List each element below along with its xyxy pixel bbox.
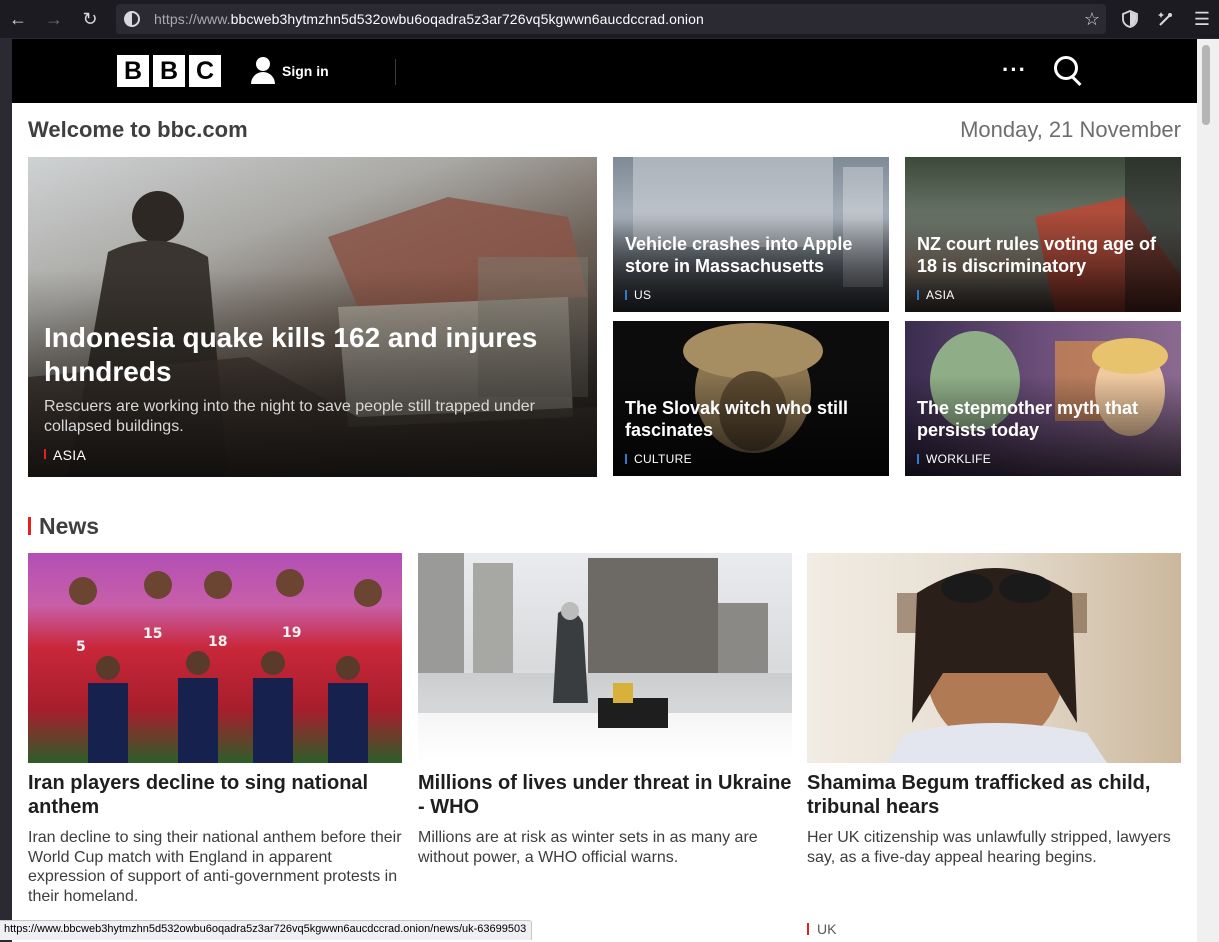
news-tag[interactable]: UK [807,921,836,937]
promo-headline[interactable]: The stepmother myth that persists today [917,397,1171,441]
news-story[interactable]: Millions of lives under threat in Ukrain… [418,553,792,867]
news-summary: Her UK citizenship was unlawfully stripp… [807,829,1171,866]
shirt-number: 19 [282,625,301,641]
promo-story[interactable]: The Slovak witch who still fascinates CU… [613,321,889,476]
news-image: 5 15 18 19 [28,553,402,763]
news-section-title[interactable]: News [28,513,99,540]
page-scrollbar[interactable] [1197,39,1219,942]
reload-icon[interactable]: ↻ [72,0,108,38]
news-summary: Iran decline to sing their national anth… [28,829,402,905]
scroll-thumb[interactable] [1202,45,1210,125]
promo-story[interactable]: Vehicle crashes into Apple store in Mass… [613,157,889,312]
link-status-bar: https://www.bbcweb3hytmzhn5d532owbu6oqad… [0,920,533,940]
promo-headline[interactable]: NZ court rules voting age of 18 is discr… [917,233,1171,277]
shirt-number: 5 [76,639,86,655]
logo-letter: C [189,55,221,87]
more-menu-icon[interactable]: ··· [1002,57,1027,83]
news-story[interactable]: 5 15 18 19 Iran players decline to sing … [28,553,402,906]
sign-in-label: Sign in [282,63,329,79]
forward-icon[interactable]: → [36,0,72,38]
bookmark-star-icon[interactable]: ☆ [1084,9,1100,30]
news-headline[interactable]: Shamima Begum trafficked as child, tribu… [807,771,1181,819]
logo-letter: B [153,55,185,87]
news-summary: Millions are at risk as winter sets in a… [418,829,758,866]
search-icon[interactable] [1054,56,1082,87]
promo-story[interactable]: NZ court rules voting age of 18 is discr… [905,157,1181,312]
back-icon[interactable]: ← [0,0,36,38]
sign-in-link[interactable]: Sign in [250,57,329,85]
bbc-masthead: B B C Sign in ··· [12,39,1197,103]
bbc-logo[interactable]: B B C [117,55,221,87]
news-image [807,553,1181,763]
promo-tag[interactable]: US [625,288,651,302]
menu-icon[interactable]: ☰ [1184,0,1219,38]
promo-tag[interactable]: WORKLIFE [917,452,991,466]
user-icon [250,57,276,85]
masthead-divider [395,59,396,85]
hero-headline[interactable]: Indonesia quake kills 162 and injures hu… [44,321,587,389]
url-text: https://www.bbcweb3hytmzhn5d532owbu6oqad… [154,11,704,27]
logo-letter: B [117,55,149,87]
promo-headline[interactable]: Vehicle crashes into Apple store in Mass… [625,233,879,277]
news-image [418,553,792,763]
news-story[interactable]: Shamima Begum trafficked as child, tribu… [807,553,1181,937]
promo-tag[interactable]: ASIA [917,288,955,302]
web-page: B B C Sign in ··· Welcome to bbc.com Mon… [12,39,1197,942]
shirt-number: 18 [208,634,227,650]
address-bar[interactable]: https://www.bbcweb3hytmzhn5d532owbu6oqad… [116,4,1106,34]
news-headline[interactable]: Iran players decline to sing national an… [28,771,402,819]
hero-summary: Rescuers are working into the night to s… [44,398,535,435]
promo-headline[interactable]: The Slovak witch who still fascinates [625,397,879,441]
hero-story[interactable]: Indonesia quake kills 162 and injures hu… [28,157,597,477]
shield-icon[interactable] [1112,0,1148,38]
news-headline[interactable]: Millions of lives under threat in Ukrain… [418,771,792,819]
welcome-heading: Welcome to bbc.com [28,117,248,142]
promo-story[interactable]: The stepmother myth that persists today … [905,321,1181,476]
current-date: Monday, 21 November [960,117,1181,142]
onion-site-icon[interactable] [124,11,140,27]
hero-tag[interactable]: ASIA [44,447,86,463]
shirt-number: 15 [143,626,162,642]
promo-tag[interactable]: CULTURE [625,452,692,466]
extensions-icon[interactable] [1148,0,1184,38]
